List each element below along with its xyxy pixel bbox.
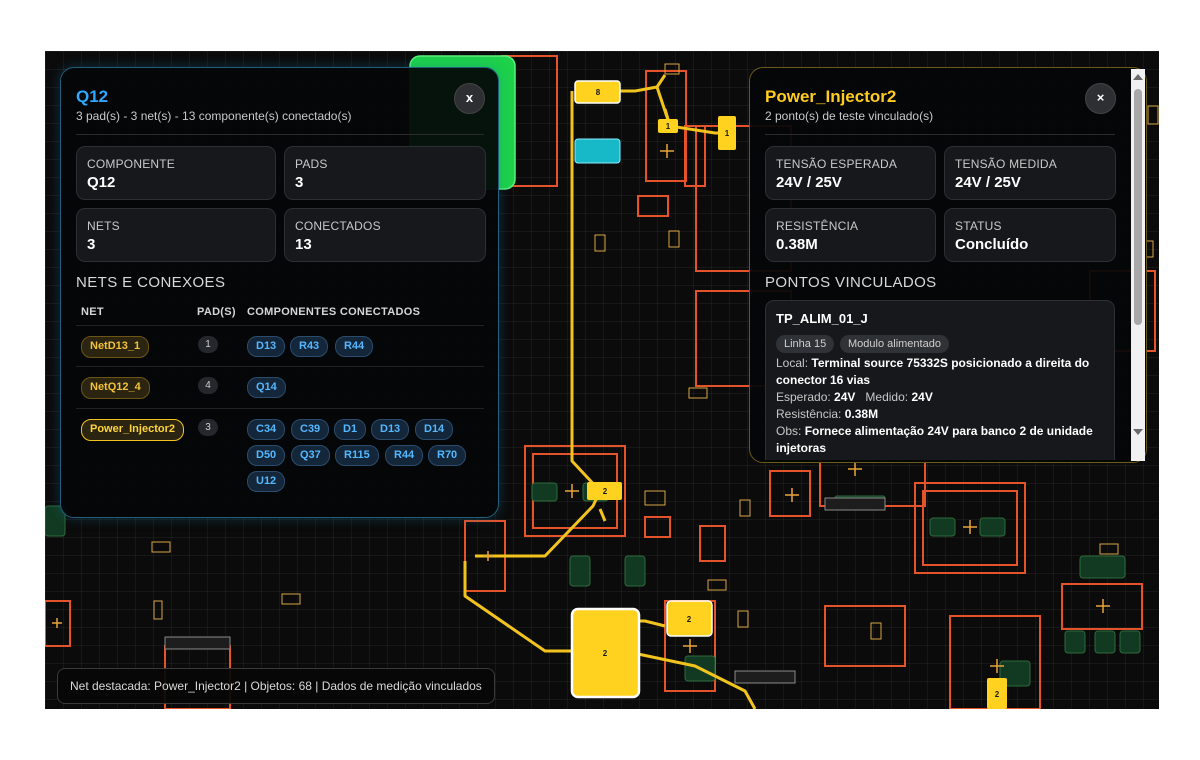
net-pill-power-injector2[interactable]: Power_Injector2 xyxy=(81,419,184,441)
panel-scrollbar[interactable] xyxy=(1131,69,1145,461)
obs-info-cont: injetoras xyxy=(776,441,826,455)
expected-value: 24V xyxy=(834,390,856,404)
divider xyxy=(76,134,484,135)
component-subtitle: 3 pad(s) - 3 net(s) - 13 componente(s) c… xyxy=(76,109,352,123)
local-info: Local: Terminal source 75332S posicionad… xyxy=(776,356,1089,370)
section-title-nets: NETS E CONEXOES xyxy=(76,274,226,291)
stat-card-nets: NETS 3 xyxy=(76,208,276,262)
stat-value: 13 xyxy=(295,236,312,253)
component-chip[interactable]: D1 xyxy=(334,419,367,440)
component-chip[interactable]: Q37 xyxy=(291,445,330,466)
status-bar: Net destacada: Power_Injector2 | Objetos… xyxy=(57,668,495,704)
pad-label: 8 xyxy=(596,88,601,97)
column-header-components: COMPONENTES CONECTADOS xyxy=(247,306,421,318)
measured-label: Medido: xyxy=(865,390,909,404)
resistance-label: Resistência: xyxy=(776,407,842,421)
stat-label: COMPONENTE xyxy=(87,157,176,171)
component-chip[interactable]: R70 xyxy=(428,445,467,466)
tag-module: Modulo alimentado xyxy=(840,335,949,353)
obs-value-cont: injetoras xyxy=(776,441,827,455)
test-point-card: TP_ALIM_01_J Linha 15 Modulo alimentado … xyxy=(765,300,1115,460)
pad-count: 3 xyxy=(198,419,218,436)
divider xyxy=(76,325,484,326)
pad-count: 4 xyxy=(198,377,218,394)
measure-info: Esperado: 24V Medido: 24V xyxy=(776,390,933,404)
net-pill-netq12-4[interactable]: NetQ12_4 xyxy=(81,377,150,399)
local-value-cont: conector 16 vias xyxy=(776,373,871,387)
pad-label: 2 xyxy=(995,690,1000,699)
obs-info: Obs: Fornece alimentação 24V para banco … xyxy=(776,424,1093,438)
scroll-down-arrow-icon[interactable] xyxy=(1133,429,1143,435)
component-chip[interactable]: C39 xyxy=(291,419,330,440)
component-chip[interactable]: D13 xyxy=(247,336,286,357)
local-value: Terminal source 75332S posicionado a dir… xyxy=(811,356,1090,370)
component-details-panel: Q12 3 pad(s) - 3 net(s) - 13 componente(… xyxy=(60,67,499,518)
local-info-cont: conector 16 vias xyxy=(776,373,870,387)
resistance-info: Resistência: 0.38M xyxy=(776,407,878,421)
stat-card-conectados: CONECTADOS 13 xyxy=(284,208,486,262)
component-chip[interactable]: Q14 xyxy=(247,377,286,398)
component-chip[interactable]: R44 xyxy=(385,445,424,466)
stat-value: Q12 xyxy=(87,174,116,191)
linked-points-viewport[interactable]: TP_ALIM_01_J Linha 15 Modulo alimentado … xyxy=(750,68,1130,460)
pad-label: 1 xyxy=(666,122,671,131)
component-chip[interactable]: D14 xyxy=(415,419,454,440)
stat-value: 3 xyxy=(295,174,304,191)
component-chip[interactable]: U12 xyxy=(247,471,286,492)
stat-label: CONECTADOS xyxy=(295,219,381,233)
measured-value: 24V xyxy=(911,390,933,404)
resistance-value: 0.38M xyxy=(844,407,879,421)
component-chip[interactable]: R43 xyxy=(290,336,329,357)
scroll-up-arrow-icon[interactable] xyxy=(1133,74,1143,80)
net-pill-netd13-1[interactable]: NetD13_1 xyxy=(81,336,150,358)
pad-label: 2 xyxy=(603,649,608,658)
obs-value: Fornece alimentação 24V para banco 2 de … xyxy=(804,424,1093,438)
local-label: Local: xyxy=(776,356,809,370)
pad-label: 2 xyxy=(603,487,608,496)
component-title: Q12 xyxy=(76,87,109,106)
component-chip[interactable]: C34 xyxy=(247,419,286,440)
stat-value: 3 xyxy=(87,236,96,253)
scrollbar-thumb[interactable] xyxy=(1134,89,1142,325)
component-chip[interactable]: R44 xyxy=(335,336,374,357)
component-chip[interactable]: R115 xyxy=(335,445,379,466)
tag-line: Linha 15 xyxy=(776,335,835,353)
stat-card-componente: COMPONENTE Q12 xyxy=(76,146,276,200)
pad-count: 1 xyxy=(198,336,218,353)
pad-label: 2 xyxy=(687,615,692,624)
component-chip[interactable]: D13 xyxy=(371,419,410,440)
close-button[interactable]: x xyxy=(454,83,485,114)
stat-label: NETS xyxy=(87,219,120,233)
stat-label: PADS xyxy=(295,157,328,171)
column-header-pads: PAD(S) xyxy=(197,306,236,318)
component-chip[interactable]: D50 xyxy=(247,445,286,466)
divider xyxy=(76,366,484,367)
column-header-net: NET xyxy=(81,306,104,318)
pad-label: 1 xyxy=(725,129,730,138)
test-point-name: TP_ALIM_01_J xyxy=(776,311,868,326)
obs-label: Obs: xyxy=(776,424,802,438)
divider xyxy=(76,408,484,409)
stat-card-pads: PADS 3 xyxy=(284,146,486,200)
expected-label: Esperado: xyxy=(776,390,831,404)
